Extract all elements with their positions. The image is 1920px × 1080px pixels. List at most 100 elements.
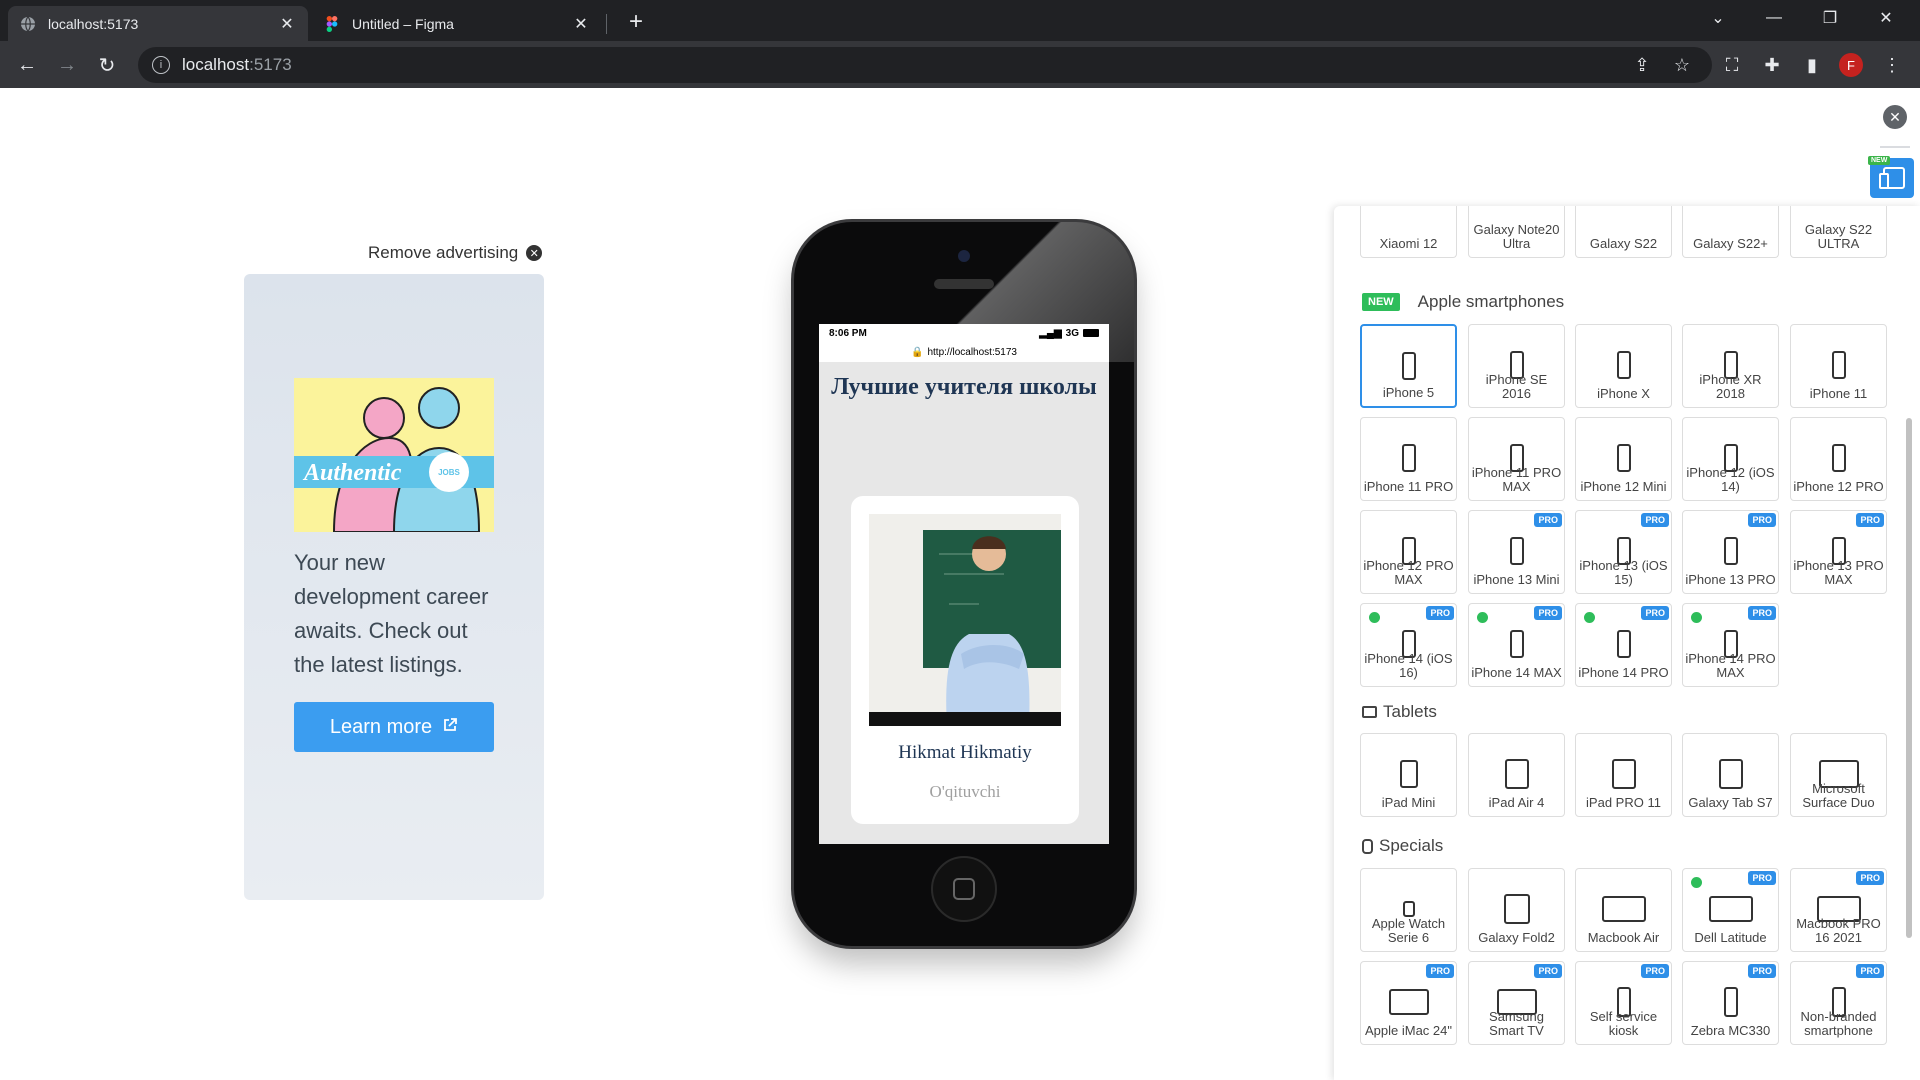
phone-icon xyxy=(1616,630,1631,658)
phone-url: http://localhost:5173 xyxy=(927,346,1017,358)
close-tab-icon[interactable]: ✕ xyxy=(572,15,590,33)
tab-search-icon[interactable]: ⌄ xyxy=(1690,0,1746,36)
address-bar[interactable]: i localhost:5173 xyxy=(138,47,1712,83)
info-icon[interactable]: i xyxy=(152,56,170,74)
device-tile-apple-watch-serie-6[interactable]: Apple Watch Serie 6 xyxy=(1360,868,1457,952)
bookmark-star-icon[interactable]: ☆ xyxy=(1667,50,1697,80)
restore-button[interactable]: ❐ xyxy=(1802,0,1858,36)
new-badge: NEW xyxy=(1868,156,1891,165)
ad-image[interactable]: JOBS Authentic xyxy=(294,378,494,532)
extension-icon[interactable]: ⛶ xyxy=(1717,50,1747,80)
device-tile-iphone-13-pro-max[interactable]: iPhone 13 PRO MAX PRO xyxy=(1790,510,1887,594)
tab-title: localhost:5173 xyxy=(48,15,139,32)
device-label: iPhone 12 (iOS 14) xyxy=(1686,465,1775,494)
phone-url-bar[interactable]: 🔒 http://localhost:5173 xyxy=(819,342,1109,362)
device-tile-iphone-5[interactable]: iPhone 5 xyxy=(1360,324,1457,408)
learn-more-label: Learn more xyxy=(329,715,433,738)
device-tile-microsoft-surface-duo[interactable]: Microsoft Surface Duo xyxy=(1790,733,1887,817)
device-label: Zebra MC330 xyxy=(1690,1023,1771,1038)
panel-scrollbar[interactable] xyxy=(1906,418,1912,938)
tab-figma[interactable]: Untitled – Figma ✕ xyxy=(312,6,602,41)
device-label: Macbook PRO 16 2021 xyxy=(1796,916,1881,945)
device-tile-iphone-14-ios-16[interactable]: iPhone 14 (iOS 16) PRO xyxy=(1360,603,1457,687)
device-tile-iphone-12-pro-max[interactable]: iPhone 12 PRO MAX xyxy=(1360,510,1457,594)
pro-badge: PRO xyxy=(1641,513,1669,527)
device-tile-macbook-air[interactable]: Macbook Air xyxy=(1575,868,1672,952)
device-tile-macbook-pro-16-2021[interactable]: Macbook PRO 16 2021 PRO xyxy=(1790,868,1887,952)
device-tile-xiaomi-12[interactable]: Xiaomi 12 xyxy=(1360,206,1457,258)
device-tile-iphone-13-pro[interactable]: iPhone 13 PRO PRO xyxy=(1682,510,1779,594)
device-tile-non-branded-smartphone[interactable]: Non-branded smartphone PRO xyxy=(1790,961,1887,1045)
device-tile-iphone-11[interactable]: iPhone 11 xyxy=(1790,324,1887,408)
device-tile-galaxy-s22-ultra[interactable]: Galaxy S22 ULTRA xyxy=(1790,206,1887,258)
device-icon xyxy=(1708,896,1753,922)
new-badge: NEW xyxy=(1362,293,1400,311)
device-label: iPhone 14 (iOS 16) xyxy=(1364,651,1453,680)
share-icon[interactable]: ⇪ xyxy=(1627,50,1657,80)
device-tile-galaxy-fold2[interactable]: Galaxy Fold2 xyxy=(1468,868,1565,952)
device-tile-iphone-x[interactable]: iPhone X xyxy=(1575,324,1672,408)
device-tile-ipad-air-4[interactable]: iPad Air 4 xyxy=(1468,733,1565,817)
tab-title: Untitled – Figma xyxy=(352,15,454,32)
ad-logo-text: Authentic xyxy=(302,460,402,486)
pro-badge: PRO xyxy=(1641,964,1669,978)
close-window-button[interactable]: ✕ xyxy=(1858,0,1914,36)
device-label: iPhone 5 xyxy=(1382,385,1435,400)
device-screen[interactable]: 8:06 PM ▂▄▆ 3G 🔒 http://localhost:5173 Л… xyxy=(819,324,1109,844)
phone-icon xyxy=(1509,537,1524,565)
home-button[interactable] xyxy=(931,856,997,922)
device-tile-self-service-kiosk[interactable]: Self service kiosk PRO xyxy=(1575,961,1672,1045)
device-tile-iphone-se-2016[interactable]: iPhone SE 2016 xyxy=(1468,324,1565,408)
pro-badge: PRO xyxy=(1856,964,1884,978)
device-tile-iphone-14-pro-max[interactable]: iPhone 14 PRO MAX PRO xyxy=(1682,603,1779,687)
device-tile-samsung-smart-tv[interactable]: Samsung Smart TV PRO xyxy=(1468,961,1565,1045)
device-tile-iphone-11-pro[interactable]: iPhone 11 PRO xyxy=(1360,417,1457,501)
device-label: Galaxy Note20 Ultra xyxy=(1473,222,1560,251)
forward-button[interactable]: → xyxy=(52,50,82,80)
back-button[interactable]: ← xyxy=(12,50,42,80)
device-label: iPhone XR 2018 xyxy=(1699,372,1762,401)
close-panel-button[interactable]: ✕ xyxy=(1883,105,1907,129)
minimize-button[interactable]: — xyxy=(1746,0,1802,36)
remove-advertising-link[interactable]: Remove advertising ✕ xyxy=(368,243,543,263)
device-tile-iphone-12-mini[interactable]: iPhone 12 Mini xyxy=(1575,417,1672,501)
status-dot xyxy=(1691,612,1702,623)
device-label: iPhone 13 PRO MAX xyxy=(1793,558,1884,587)
device-tile-galaxy-note20-ultra[interactable]: Galaxy Note20 Ultra xyxy=(1468,206,1565,258)
tab-localhost[interactable]: localhost:5173 ✕ xyxy=(8,6,308,41)
status-dot xyxy=(1584,612,1595,623)
status-right: ▂▄▆ 3G xyxy=(1039,328,1099,339)
device-tile-iphone-13-mini[interactable]: iPhone 13 Mini PRO xyxy=(1468,510,1565,594)
learn-more-button[interactable]: Learn more xyxy=(294,702,494,752)
device-tile-zebra-mc330[interactable]: Zebra MC330 PRO xyxy=(1682,961,1779,1045)
device-label: Galaxy Fold2 xyxy=(1478,930,1555,945)
device-tile-iphone-14-pro[interactable]: iPhone 14 PRO PRO xyxy=(1575,603,1672,687)
device-tile-dell-latitude[interactable]: Dell Latitude PRO xyxy=(1682,868,1779,952)
pro-badge: PRO xyxy=(1534,513,1562,527)
device-tile-iphone-13-ios-15[interactable]: iPhone 13 (iOS 15) PRO xyxy=(1575,510,1672,594)
phone-icon xyxy=(1509,630,1524,658)
device-label: iPhone 13 Mini xyxy=(1473,572,1560,587)
device-tile-galaxy-s22[interactable]: Galaxy S22 xyxy=(1575,206,1672,258)
device-tile-iphone-14-max[interactable]: iPhone 14 MAX PRO xyxy=(1468,603,1565,687)
device-tile-iphone-xr-2018[interactable]: iPhone XR 2018 xyxy=(1682,324,1779,408)
phone-icon xyxy=(1616,351,1631,379)
menu-kebab-icon[interactable]: ⋮ xyxy=(1877,50,1907,80)
device-tile-iphone-11-pro-max[interactable]: iPhone 11 PRO MAX xyxy=(1468,417,1565,501)
device-tile-apple-imac-24[interactable]: Apple iMac 24" PRO xyxy=(1360,961,1457,1045)
close-tab-icon[interactable]: ✕ xyxy=(278,15,296,33)
profile-avatar[interactable]: F xyxy=(1839,53,1863,77)
extensions-puzzle-icon[interactable]: ✚ xyxy=(1757,50,1787,80)
new-tab-button[interactable]: + xyxy=(622,8,650,36)
device-tile-galaxy-tab-s7[interactable]: Galaxy Tab S7 xyxy=(1682,733,1779,817)
teacher-card[interactable]: Hikmat Hikmatiy O'qituvchi xyxy=(851,496,1079,824)
device-label: Galaxy Tab S7 xyxy=(1688,795,1773,810)
device-tile-ipad-pro-11[interactable]: iPad PRO 11 xyxy=(1575,733,1672,817)
lock-icon: 🔒 xyxy=(911,346,924,358)
device-tile-iphone-12-pro[interactable]: iPhone 12 PRO xyxy=(1790,417,1887,501)
device-tile-galaxy-s22[interactable]: Galaxy S22+ xyxy=(1682,206,1779,258)
reload-button[interactable]: ↻ xyxy=(92,50,122,80)
device-tile-ipad-mini[interactable]: iPad Mini xyxy=(1360,733,1457,817)
device-tile-iphone-12-ios-14[interactable]: iPhone 12 (iOS 14) xyxy=(1682,417,1779,501)
side-panel-icon[interactable]: ▮ xyxy=(1797,50,1827,80)
